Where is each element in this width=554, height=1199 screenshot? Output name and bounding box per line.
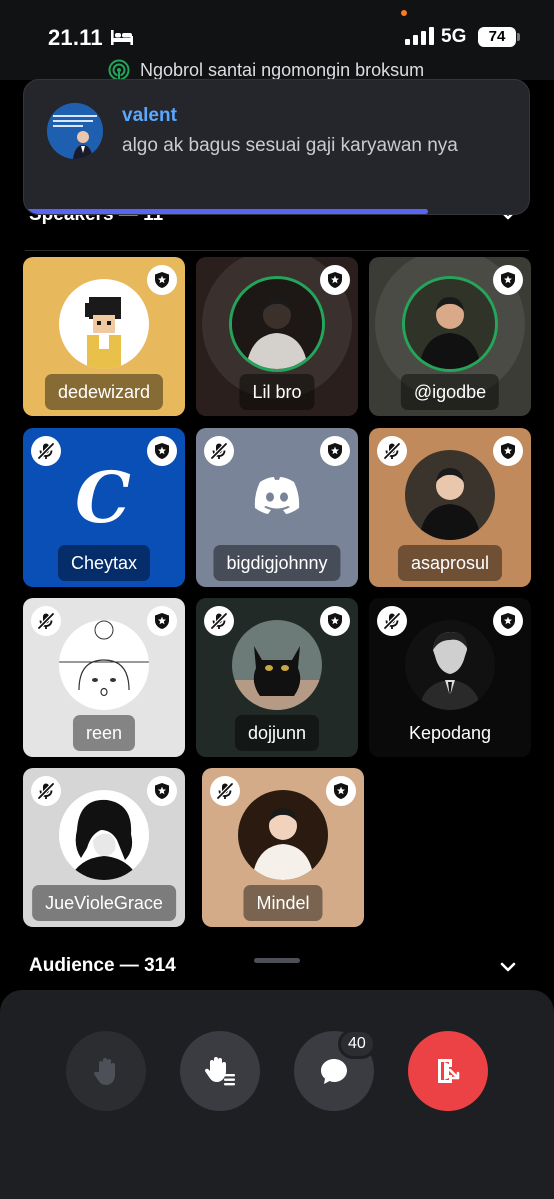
speaker-avatar bbox=[232, 279, 322, 369]
chevron-down-icon[interactable] bbox=[498, 957, 518, 977]
speaker-name: bigdigjohnny bbox=[213, 545, 341, 581]
battery-indicator: 74 bbox=[478, 27, 520, 47]
speaker-name: Lil bro bbox=[239, 374, 315, 410]
muted-mic-icon bbox=[377, 606, 407, 636]
speaker-name: Kepodang bbox=[408, 723, 492, 743]
exit-door-icon bbox=[438, 1059, 460, 1083]
speaker-name: reen bbox=[72, 715, 136, 751]
svg-text:C: C bbox=[75, 456, 131, 539]
speaker-avatar bbox=[405, 450, 495, 540]
speaker-avatar bbox=[59, 279, 149, 369]
speaker-avatar: C bbox=[59, 450, 149, 540]
speaker-avatar bbox=[405, 279, 495, 369]
hand-list-icon bbox=[204, 1057, 235, 1086]
speaker-tile[interactable]: dedewizard bbox=[23, 257, 185, 416]
request-to-speak-button[interactable] bbox=[180, 1031, 260, 1111]
moderator-shield-icon bbox=[320, 265, 350, 295]
muted-mic-icon bbox=[377, 436, 407, 466]
speaker-avatar bbox=[405, 620, 495, 710]
speaker-avatar bbox=[232, 620, 322, 710]
raise-hand-button[interactable] bbox=[66, 1031, 146, 1111]
privacy-indicator-dot bbox=[401, 10, 407, 16]
speaker-name: JueVioleGrace bbox=[32, 885, 176, 921]
moderator-shield-icon bbox=[493, 436, 523, 466]
speaker-name: Cheytax bbox=[57, 545, 151, 581]
speaker-name: Mindel bbox=[243, 885, 323, 921]
speaker-avatar bbox=[59, 790, 149, 880]
chat-bubble-icon bbox=[321, 1059, 347, 1084]
muted-mic-icon bbox=[31, 436, 61, 466]
moderator-shield-icon bbox=[147, 606, 177, 636]
muted-mic-icon bbox=[204, 436, 234, 466]
moderator-shield-icon bbox=[320, 606, 350, 636]
sleep-focus-icon bbox=[111, 30, 133, 45]
stage-icon bbox=[108, 59, 130, 81]
speaker-avatar bbox=[238, 790, 328, 880]
section-divider bbox=[25, 250, 529, 251]
stage-title[interactable]: Ngobrol santai ngomongin broksum bbox=[108, 59, 424, 81]
chat-unread-badge: 40 bbox=[338, 1029, 376, 1059]
notification-avatar bbox=[47, 103, 103, 159]
speaker-tile[interactable]: C Cheytax bbox=[23, 428, 185, 587]
moderator-shield-icon bbox=[493, 265, 523, 295]
stage-title-text: Ngobrol santai ngomongin broksum bbox=[140, 59, 425, 80]
moderator-shield-icon bbox=[147, 776, 177, 806]
speaker-tile[interactable]: bigdigjohnny bbox=[196, 428, 358, 587]
muted-mic-icon bbox=[31, 776, 61, 806]
status-time: 21.11 bbox=[48, 25, 103, 50]
muted-mic-icon bbox=[31, 606, 61, 636]
speaker-name: @igodbe bbox=[400, 374, 500, 410]
speaker-tile[interactable]: dojjunn bbox=[196, 598, 358, 757]
moderator-shield-icon bbox=[147, 436, 177, 466]
muted-mic-icon bbox=[204, 606, 234, 636]
speaker-name: dedewizard bbox=[44, 374, 164, 410]
moderator-shield-icon bbox=[326, 776, 356, 806]
speaker-tile[interactable]: Kepodang bbox=[369, 598, 531, 757]
speaker-avatar bbox=[232, 450, 322, 540]
notification-author: valent bbox=[122, 105, 177, 126]
notification-message: algo ak bagus sesuai gaji karyawan nya bbox=[122, 135, 458, 156]
leave-stage-button[interactable] bbox=[408, 1031, 488, 1111]
cellular-signal-icon bbox=[405, 27, 434, 45]
moderator-shield-icon bbox=[320, 436, 350, 466]
moderator-shield-icon bbox=[493, 606, 523, 636]
message-notification[interactable]: valent algo ak bagus sesuai gaji karyawa… bbox=[23, 79, 530, 215]
muted-mic-icon bbox=[210, 776, 240, 806]
speaker-tile[interactable]: reen bbox=[23, 598, 185, 757]
speaker-tile[interactable]: @igodbe bbox=[369, 257, 531, 416]
moderator-shield-icon bbox=[147, 265, 177, 295]
drag-handle[interactable] bbox=[254, 958, 300, 963]
speaker-avatar bbox=[59, 620, 149, 710]
speaker-tile[interactable]: JueVioleGrace bbox=[23, 768, 185, 927]
network-type: 5G bbox=[441, 26, 467, 47]
speaker-name: asaprosul bbox=[397, 545, 503, 581]
speaker-name: dojjunn bbox=[234, 715, 320, 751]
speaker-tile[interactable]: asaprosul bbox=[369, 428, 531, 587]
notification-progress bbox=[24, 209, 529, 214]
hand-icon bbox=[93, 1058, 115, 1085]
speaker-tile[interactable]: Lil bro bbox=[196, 257, 358, 416]
audience-header[interactable]: Audience — 314 bbox=[29, 955, 176, 977]
speaker-tile[interactable]: Mindel bbox=[202, 768, 364, 927]
